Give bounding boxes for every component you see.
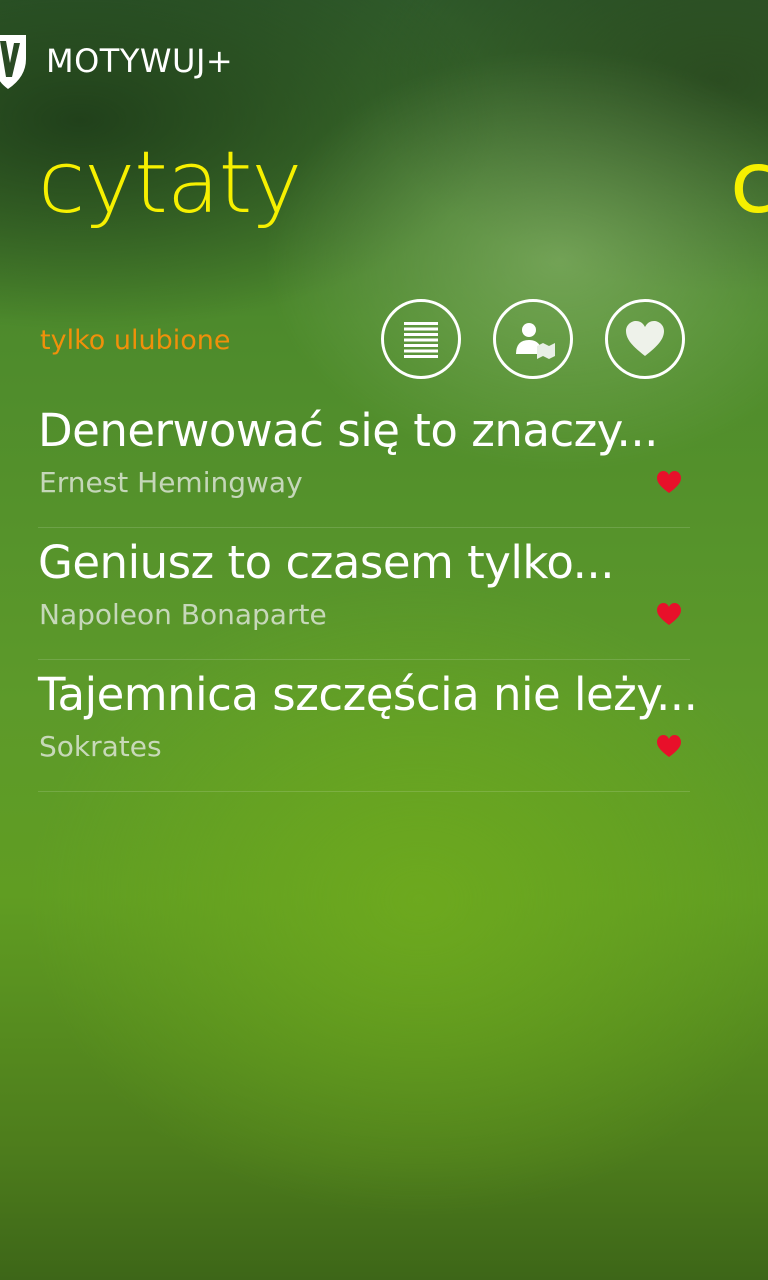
quote-title: Denerwować się to znaczy... [38,404,658,457]
favorites-button[interactable] [605,299,685,379]
app-header: MOTYWUJ+ [0,26,233,96]
pivot-header-next[interactable]: c [730,128,768,238]
app-logo-icon [0,35,26,89]
heart-icon [626,321,664,356]
quote-author: Ernest Hemingway [39,466,303,499]
pivot-header-current[interactable]: cytaty [38,128,302,238]
list-icon [404,322,438,358]
list-item[interactable]: Tajemnica szczęścia nie leży... Sokrates [38,660,698,792]
quotes-list: Denerwować się to znaczy... Ernest Hemin… [38,396,698,792]
list-item[interactable]: Denerwować się to znaczy... Ernest Hemin… [38,396,690,528]
favorite-heart-icon [657,603,681,625]
list-view-button[interactable] [381,299,461,379]
quote-title: Tajemnica szczęścia nie leży... [38,668,698,721]
favorite-heart-icon [657,735,681,757]
authors-button[interactable] [493,299,573,379]
favorite-heart-icon [657,471,681,493]
favorites-filter-label[interactable]: tylko ulubione [40,325,230,356]
author-icon [516,323,555,359]
app-title: MOTYWUJ+ [46,42,234,80]
list-item[interactable]: Geniusz to czasem tylko... Napoleon Bona… [38,528,690,660]
quote-author: Napoleon Bonaparte [39,598,327,631]
quote-title: Geniusz to czasem tylko... [38,536,615,589]
quote-author: Sokrates [39,730,162,763]
